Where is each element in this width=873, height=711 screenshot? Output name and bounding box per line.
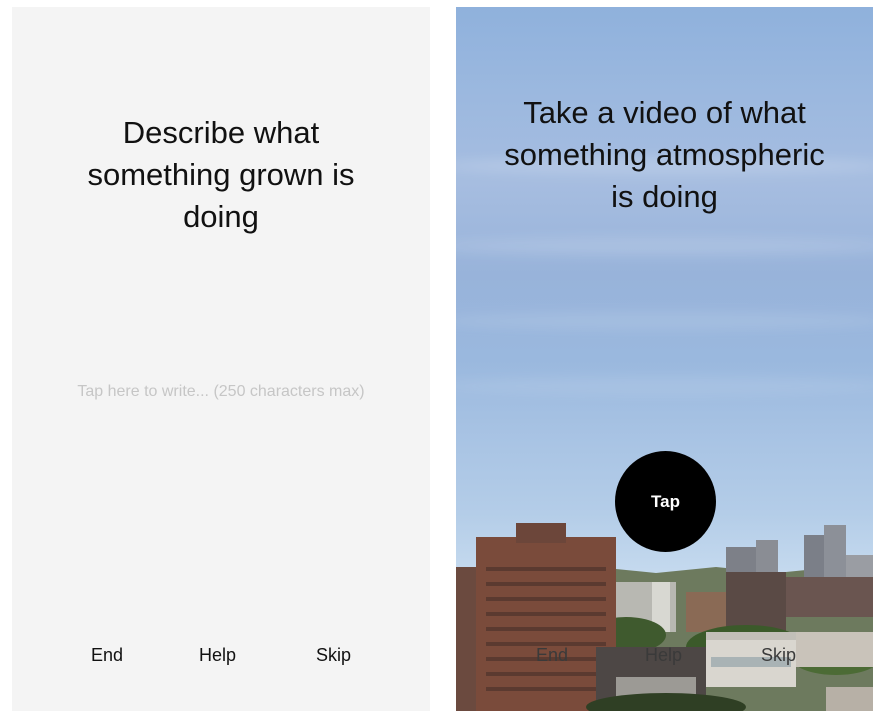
record-tap-button[interactable]: Tap [615, 451, 716, 552]
skip-button[interactable]: Skip [316, 640, 351, 670]
end-button[interactable]: End [91, 640, 123, 670]
help-button[interactable]: Help [645, 640, 682, 670]
video-bottom-nav: End Help Skip [456, 640, 873, 670]
help-button[interactable]: Help [199, 640, 236, 670]
write-text-input[interactable] [12, 379, 430, 405]
describe-prompt: Describe what something grown is doing [87, 115, 355, 234]
end-button[interactable]: End [536, 640, 568, 670]
screenshot-canvas: Describe what something grown is doing E… [0, 0, 873, 711]
video-screen: Take a video of what something atmospher… [456, 7, 873, 711]
skip-button[interactable]: Skip [761, 640, 796, 670]
video-prompt: Take a video of what something atmospher… [504, 95, 825, 214]
describe-screen: Describe what something grown is doing E… [12, 7, 430, 711]
describe-bottom-nav: End Help Skip [12, 640, 430, 670]
